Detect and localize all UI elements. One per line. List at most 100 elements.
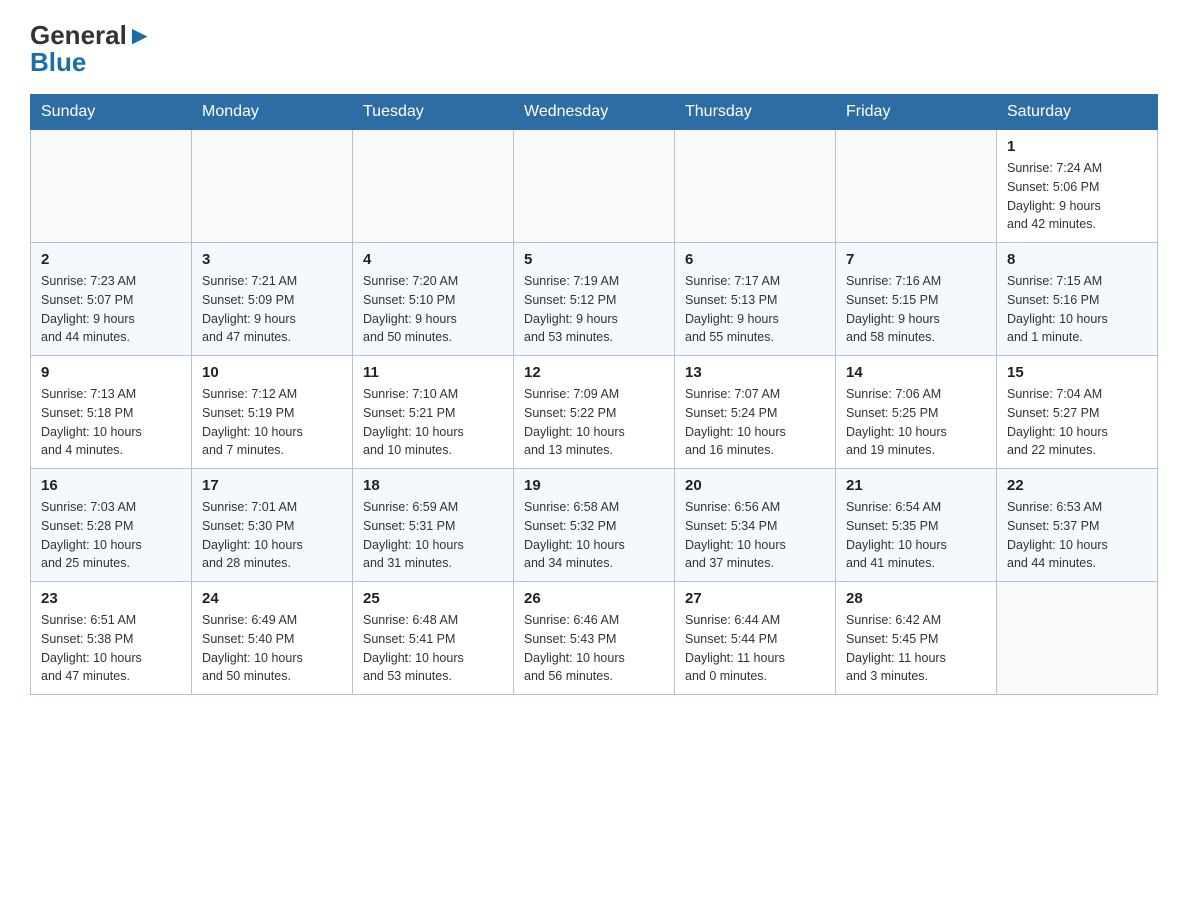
day-number: 3 bbox=[202, 251, 342, 268]
day-info: Sunrise: 7:16 AM Sunset: 5:15 PM Dayligh… bbox=[846, 272, 986, 347]
calendar-cell: 12 Sunrise: 7:09 AM Sunset: 5:22 PM Dayli… bbox=[514, 356, 675, 469]
calendar-cell bbox=[353, 130, 514, 243]
day-number: 1 bbox=[1007, 138, 1147, 155]
calendar-cell: 1 Sunrise: 7:24 AM Sunset: 5:06 PM Daylig… bbox=[997, 130, 1158, 243]
calendar-cell: 21 Sunrise: 6:54 AM Sunset: 5:35 PM Dayli… bbox=[836, 469, 997, 582]
calendar-cell: 23 Sunrise: 6:51 AM Sunset: 5:38 PM Dayli… bbox=[31, 582, 192, 695]
calendar-cell: 8 Sunrise: 7:15 AM Sunset: 5:16 PM Daylig… bbox=[997, 243, 1158, 356]
calendar-cell: 26 Sunrise: 6:46 AM Sunset: 5:43 PM Dayli… bbox=[514, 582, 675, 695]
calendar-cell: 14 Sunrise: 7:06 AM Sunset: 5:25 PM Dayli… bbox=[836, 356, 997, 469]
calendar-cell: 16 Sunrise: 7:03 AM Sunset: 5:28 PM Dayli… bbox=[31, 469, 192, 582]
calendar-cell bbox=[31, 130, 192, 243]
day-number: 6 bbox=[685, 251, 825, 268]
day-number: 26 bbox=[524, 590, 664, 607]
day-number: 22 bbox=[1007, 477, 1147, 494]
calendar-cell: 27Sunrise: 6:44 AM Sunset: 5:44 PM Dayli… bbox=[675, 582, 836, 695]
day-number: 5 bbox=[524, 251, 664, 268]
day-info: Sunrise: 7:20 AM Sunset: 5:10 PM Dayligh… bbox=[363, 272, 503, 347]
calendar-cell: 4 Sunrise: 7:20 AM Sunset: 5:10 PM Daylig… bbox=[353, 243, 514, 356]
day-info: Sunrise: 7:24 AM Sunset: 5:06 PM Dayligh… bbox=[1007, 159, 1147, 234]
calendar-cell: 17 Sunrise: 7:01 AM Sunset: 5:30 PM Dayli… bbox=[192, 469, 353, 582]
day-number: 23 bbox=[41, 590, 181, 607]
calendar-cell bbox=[675, 130, 836, 243]
calendar-cell: 20Sunrise: 6:56 AM Sunset: 5:34 PM Dayli… bbox=[675, 469, 836, 582]
day-number: 14 bbox=[846, 364, 986, 381]
calendar-cell: 18 Sunrise: 6:59 AM Sunset: 5:31 PM Dayli… bbox=[353, 469, 514, 582]
calendar-week-row: 23 Sunrise: 6:51 AM Sunset: 5:38 PM Dayli… bbox=[31, 582, 1158, 695]
day-number: 15 bbox=[1007, 364, 1147, 381]
day-info: Sunrise: 7:07 AM Sunset: 5:24 PM Dayligh… bbox=[685, 385, 825, 460]
day-info: Sunrise: 7:23 AM Sunset: 5:07 PM Dayligh… bbox=[41, 272, 181, 347]
day-number: 25 bbox=[363, 590, 503, 607]
calendar-cell: 3 Sunrise: 7:21 AM Sunset: 5:09 PM Daylig… bbox=[192, 243, 353, 356]
day-info: Sunrise: 7:13 AM Sunset: 5:18 PM Dayligh… bbox=[41, 385, 181, 460]
day-info: Sunrise: 6:44 AM Sunset: 5:44 PM Dayligh… bbox=[685, 611, 825, 686]
day-number: 24 bbox=[202, 590, 342, 607]
day-info: Sunrise: 7:21 AM Sunset: 5:09 PM Dayligh… bbox=[202, 272, 342, 347]
day-number: 10 bbox=[202, 364, 342, 381]
day-number: 18 bbox=[363, 477, 503, 494]
day-info: Sunrise: 7:06 AM Sunset: 5:25 PM Dayligh… bbox=[846, 385, 986, 460]
calendar-cell: 22 Sunrise: 6:53 AM Sunset: 5:37 PM Dayli… bbox=[997, 469, 1158, 582]
day-of-week-monday: Monday bbox=[192, 95, 353, 130]
day-info: Sunrise: 6:56 AM Sunset: 5:34 PM Dayligh… bbox=[685, 498, 825, 573]
day-number: 12 bbox=[524, 364, 664, 381]
day-info: Sunrise: 6:51 AM Sunset: 5:38 PM Dayligh… bbox=[41, 611, 181, 686]
day-number: 2 bbox=[41, 251, 181, 268]
day-number: 11 bbox=[363, 364, 503, 381]
day-number: 17 bbox=[202, 477, 342, 494]
day-number: 13 bbox=[685, 364, 825, 381]
day-number: 16 bbox=[41, 477, 181, 494]
day-of-week-friday: Friday bbox=[836, 95, 997, 130]
day-number: 28 bbox=[846, 590, 986, 607]
day-info: Sunrise: 6:46 AM Sunset: 5:43 PM Dayligh… bbox=[524, 611, 664, 686]
calendar-cell bbox=[514, 130, 675, 243]
day-info: Sunrise: 7:01 AM Sunset: 5:30 PM Dayligh… bbox=[202, 498, 342, 573]
day-number: 8 bbox=[1007, 251, 1147, 268]
calendar-cell: 7 Sunrise: 7:16 AM Sunset: 5:15 PM Daylig… bbox=[836, 243, 997, 356]
calendar-cell: 11 Sunrise: 7:10 AM Sunset: 5:21 PM Dayli… bbox=[353, 356, 514, 469]
calendar-cell bbox=[192, 130, 353, 243]
day-info: Sunrise: 7:12 AM Sunset: 5:19 PM Dayligh… bbox=[202, 385, 342, 460]
calendar-cell: 10 Sunrise: 7:12 AM Sunset: 5:19 PM Dayli… bbox=[192, 356, 353, 469]
calendar-cell: 5 Sunrise: 7:19 AM Sunset: 5:12 PM Daylig… bbox=[514, 243, 675, 356]
calendar-cell: 25 Sunrise: 6:48 AM Sunset: 5:41 PM Dayli… bbox=[353, 582, 514, 695]
day-number: 19 bbox=[524, 477, 664, 494]
calendar-cell: 13 Sunrise: 7:07 AM Sunset: 5:24 PM Dayli… bbox=[675, 356, 836, 469]
logo: General ► Blue bbox=[30, 20, 153, 78]
day-info: Sunrise: 7:10 AM Sunset: 5:21 PM Dayligh… bbox=[363, 385, 503, 460]
calendar-cell: 15Sunrise: 7:04 AM Sunset: 5:27 PM Dayli… bbox=[997, 356, 1158, 469]
calendar-cell: 2 Sunrise: 7:23 AM Sunset: 5:07 PM Daylig… bbox=[31, 243, 192, 356]
day-info: Sunrise: 6:48 AM Sunset: 5:41 PM Dayligh… bbox=[363, 611, 503, 686]
page-header: General ► Blue bbox=[30, 20, 1158, 78]
day-of-week-saturday: Saturday bbox=[997, 95, 1158, 130]
day-info: Sunrise: 6:49 AM Sunset: 5:40 PM Dayligh… bbox=[202, 611, 342, 686]
day-info: Sunrise: 6:54 AM Sunset: 5:35 PM Dayligh… bbox=[846, 498, 986, 573]
calendar-week-row: 9Sunrise: 7:13 AM Sunset: 5:18 PM Daylig… bbox=[31, 356, 1158, 469]
calendar-header-row: SundayMondayTuesdayWednesdayThursdayFrid… bbox=[31, 95, 1158, 130]
calendar-week-row: 1 Sunrise: 7:24 AM Sunset: 5:06 PM Daylig… bbox=[31, 130, 1158, 243]
calendar-cell: 19 Sunrise: 6:58 AM Sunset: 5:32 PM Dayli… bbox=[514, 469, 675, 582]
calendar-week-row: 2 Sunrise: 7:23 AM Sunset: 5:07 PM Daylig… bbox=[31, 243, 1158, 356]
calendar-cell: 28 Sunrise: 6:42 AM Sunset: 5:45 PM Dayli… bbox=[836, 582, 997, 695]
day-info: Sunrise: 7:03 AM Sunset: 5:28 PM Dayligh… bbox=[41, 498, 181, 573]
day-of-week-tuesday: Tuesday bbox=[353, 95, 514, 130]
calendar-cell bbox=[836, 130, 997, 243]
day-info: Sunrise: 7:09 AM Sunset: 5:22 PM Dayligh… bbox=[524, 385, 664, 460]
day-info: Sunrise: 7:15 AM Sunset: 5:16 PM Dayligh… bbox=[1007, 272, 1147, 347]
day-of-week-sunday: Sunday bbox=[31, 95, 192, 130]
logo-blue-text: Blue bbox=[30, 47, 153, 78]
day-info: Sunrise: 7:19 AM Sunset: 5:12 PM Dayligh… bbox=[524, 272, 664, 347]
day-number: 21 bbox=[846, 477, 986, 494]
day-info: Sunrise: 7:17 AM Sunset: 5:13 PM Dayligh… bbox=[685, 272, 825, 347]
day-info: Sunrise: 6:58 AM Sunset: 5:32 PM Dayligh… bbox=[524, 498, 664, 573]
day-of-week-wednesday: Wednesday bbox=[514, 95, 675, 130]
calendar-week-row: 16 Sunrise: 7:03 AM Sunset: 5:28 PM Dayli… bbox=[31, 469, 1158, 582]
day-info: Sunrise: 6:42 AM Sunset: 5:45 PM Dayligh… bbox=[846, 611, 986, 686]
calendar-cell: 9Sunrise: 7:13 AM Sunset: 5:18 PM Daylig… bbox=[31, 356, 192, 469]
day-of-week-thursday: Thursday bbox=[675, 95, 836, 130]
day-number: 7 bbox=[846, 251, 986, 268]
day-number: 4 bbox=[363, 251, 503, 268]
day-info: Sunrise: 6:53 AM Sunset: 5:37 PM Dayligh… bbox=[1007, 498, 1147, 573]
day-info: Sunrise: 6:59 AM Sunset: 5:31 PM Dayligh… bbox=[363, 498, 503, 573]
